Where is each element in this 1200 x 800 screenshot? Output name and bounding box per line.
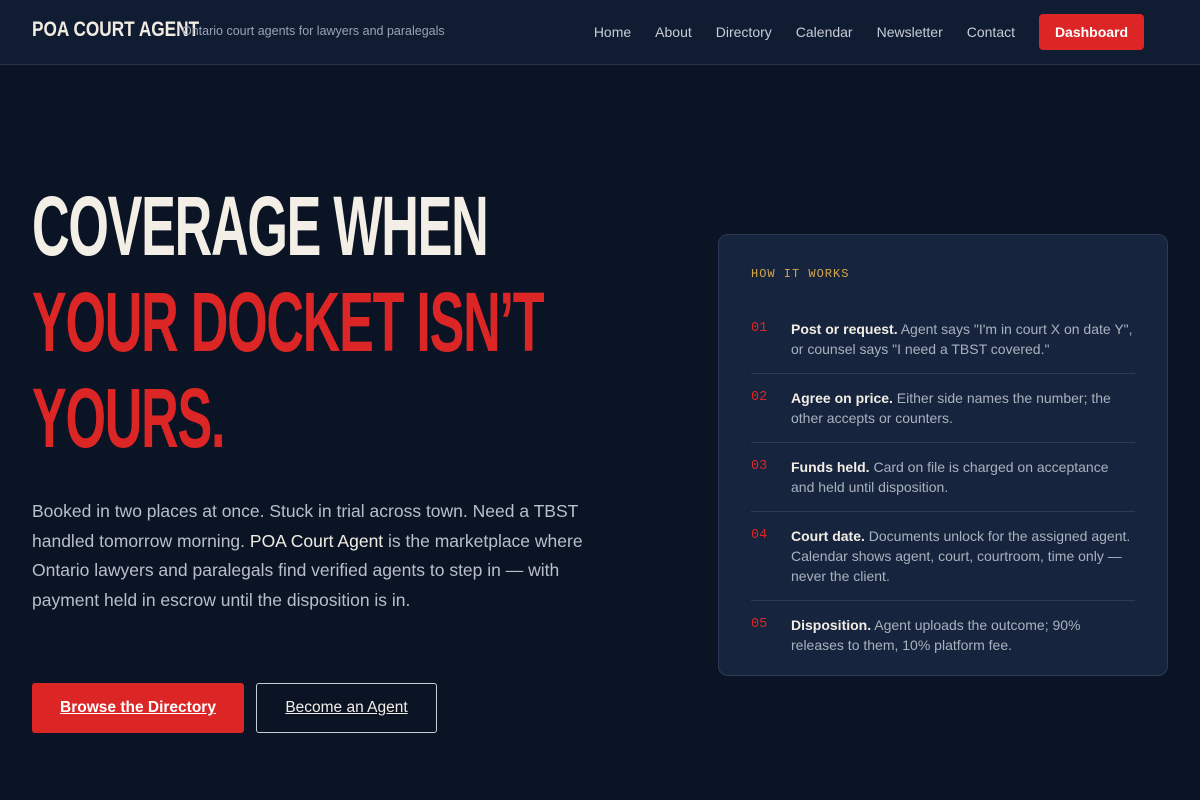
hero-desc-brand: POA Court Agent [249, 530, 384, 551]
step-item: 04 Court date. Documents unlock for the … [751, 512, 1135, 601]
step-title: Funds held. [791, 459, 870, 475]
hero-description: Booked in two places at once. Stuck in t… [32, 497, 612, 615]
step-number: 05 [751, 617, 768, 632]
brand-logo-text[interactable]: POA COURT AGENT [32, 18, 199, 42]
nav-about[interactable]: About [655, 24, 692, 40]
browse-directory-button[interactable]: Browse the Directory [32, 683, 244, 733]
nav-calendar[interactable]: Calendar [796, 24, 853, 40]
step-number: 02 [751, 390, 768, 405]
step-number: 03 [751, 459, 768, 474]
nav-directory[interactable]: Directory [716, 24, 772, 40]
dashboard-button[interactable]: Dashboard [1039, 14, 1144, 50]
step-item: 05 Disposition. Agent uploads the outcom… [751, 601, 1135, 669]
nav-newsletter[interactable]: Newsletter [877, 24, 943, 40]
step-title: Agree on price. [791, 390, 893, 406]
step-item: 03 Funds held. Card on file is charged o… [751, 443, 1135, 512]
step-item: 02 Agree on price. Either side names the… [751, 374, 1135, 443]
hero-title-line-2: YOUR DOCKET ISN’T [32, 275, 545, 369]
nav-contact[interactable]: Contact [967, 24, 1015, 40]
step-title: Court date. [791, 528, 865, 544]
how-it-works-card: HOW IT WORKS 01 Post or request. Agent s… [718, 234, 1168, 676]
hero-title: COVERAGE WHEN YOUR DOCKET ISN’T YOURS. [32, 178, 590, 466]
step-number: 04 [751, 528, 768, 543]
site-header: POA COURT AGENT Ontario court agents for… [0, 0, 1200, 65]
step-item: 01 Post or request. Agent says "I'm in c… [751, 305, 1135, 374]
step-text: Funds held. Card on file is charged on a… [791, 457, 1135, 497]
become-agent-button[interactable]: Become an Agent [256, 683, 437, 733]
step-text: Agree on price. Either side names the nu… [791, 388, 1135, 428]
step-text: Post or request. Agent says "I'm in cour… [791, 319, 1135, 359]
step-text: Court date. Documents unlock for the ass… [791, 526, 1135, 586]
brand-tagline: Ontario court agents for lawyers and par… [182, 24, 445, 38]
step-title: Post or request. [791, 321, 898, 337]
hero-title-line-1: COVERAGE WHEN [32, 179, 489, 273]
how-it-works-heading: HOW IT WORKS [751, 267, 850, 281]
hero-title-line-3: YOURS. [32, 371, 225, 465]
nav-home[interactable]: Home [594, 24, 631, 40]
step-title: Disposition. [791, 617, 872, 633]
step-text: Disposition. Agent uploads the outcome; … [791, 615, 1135, 655]
brand[interactable]: POA COURT AGENT Ontario court agents for… [32, 18, 445, 42]
main-nav: Home About Directory Calendar Newsletter… [594, 14, 1168, 50]
step-number: 01 [751, 321, 768, 336]
